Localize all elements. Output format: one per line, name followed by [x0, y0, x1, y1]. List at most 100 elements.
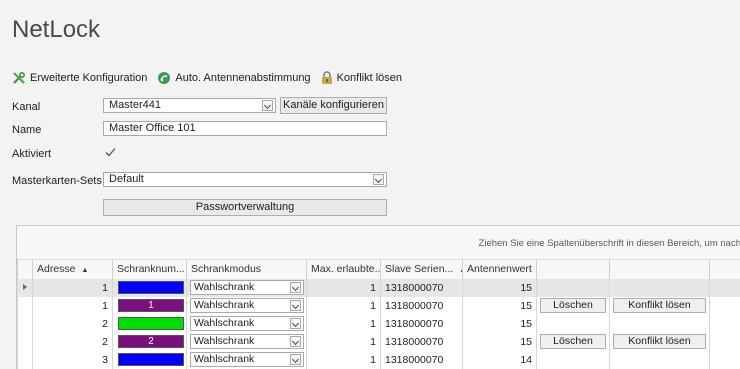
table-row[interactable]: 3 Wahlschrank 1 1318000070 14	[17, 351, 740, 369]
activated-checkbox[interactable]	[105, 147, 116, 158]
cell-delete	[536, 315, 609, 333]
cell-antennenwert: 15	[462, 333, 536, 351]
cabinet-mode-select[interactable]: Wahlschrank	[190, 298, 304, 313]
cell-conflict: Konflikt lösen	[609, 333, 709, 351]
column-header-adresse[interactable]: Adresse ▲	[32, 260, 112, 279]
kanal-select[interactable]: Master441	[103, 98, 276, 113]
cell-extra	[709, 333, 740, 351]
page-title: NetLock	[12, 16, 101, 43]
cell-max-erlaubte: 1	[306, 279, 380, 297]
configure-channels-button[interactable]: Kanäle konfigurieren	[280, 97, 387, 114]
password-management-button[interactable]: Passwortverwaltung	[103, 199, 387, 216]
chevron-down-icon[interactable]	[290, 318, 301, 329]
cell-adresse: 1	[32, 297, 112, 315]
cabinet-mode-select[interactable]: Wahlschrank	[190, 334, 304, 349]
group-panel-hint: Ziehen Sie eine Spaltenüberschrift in di…	[478, 238, 740, 249]
cabinet-mode-value: Wahlschrank	[194, 317, 255, 329]
delete-button[interactable]: Löschen	[540, 334, 606, 349]
table-row[interactable]: 1 1 Wahlschrank 1 1318000070 15 Löschen Konflik…	[17, 297, 740, 316]
cabinet-color-swatch	[118, 317, 184, 330]
cabinet-mode-select[interactable]: Wahlschrank	[190, 316, 304, 331]
cell-extra	[709, 315, 740, 333]
chevron-down-icon[interactable]	[262, 100, 273, 111]
cabinet-mode-value: Wahlschrank	[194, 335, 255, 347]
cell-conflict	[609, 279, 709, 297]
sort-up-icon: ▲	[81, 267, 89, 274]
resolve-conflict-button[interactable]: Konflikt lösen	[321, 71, 402, 85]
column-header-schranknummer[interactable]: Schranknum...	[112, 260, 186, 279]
cell-antennenwert: 15	[462, 297, 536, 315]
cell-slave-serien: 1318000070	[380, 297, 462, 315]
cell-adresse: 1	[32, 279, 112, 297]
table-row[interactable]: 1 Wahlschrank 1 1318000070 15	[17, 279, 740, 298]
cell-max-erlaubte: 1	[306, 333, 380, 351]
cell-schrankmodus[interactable]: Wahlschrank	[186, 297, 306, 315]
cell-slave-serien: 1318000070	[380, 279, 462, 297]
column-header-extra	[709, 260, 740, 279]
cell-delete: Löschen	[536, 297, 609, 315]
mastercard-select[interactable]: Default	[103, 172, 387, 187]
row-indicator	[17, 333, 32, 351]
check-icon	[105, 148, 116, 157]
cell-schrankmodus[interactable]: Wahlschrank	[186, 351, 306, 369]
auto-tune-label: Auto. Antennenabstimmung	[175, 72, 311, 84]
cabinet-mode-value: Wahlschrank	[194, 353, 255, 365]
table-row[interactable]: 2 2 Wahlschrank 1 1318000070 15 Löschen Konflik…	[17, 333, 740, 352]
cell-adresse: 2	[32, 333, 112, 351]
grid-header: Adresse ▲ Schranknum... Schrankmodus Max.…	[17, 259, 740, 280]
chevron-down-icon[interactable]	[290, 282, 301, 293]
delete-button[interactable]: Löschen	[540, 298, 606, 313]
column-header-adresse-label: Adresse	[37, 263, 76, 275]
chevron-down-icon[interactable]	[290, 300, 301, 311]
cell-adresse: 3	[32, 351, 112, 369]
row-indicator	[17, 315, 32, 333]
cell-conflict: Konflikt lösen	[609, 297, 709, 315]
cell-schranknummer[interactable]	[112, 315, 186, 333]
row-indicator	[17, 279, 32, 297]
chevron-down-icon[interactable]	[373, 174, 384, 185]
cell-conflict	[609, 351, 709, 369]
activated-label: Aktiviert	[12, 148, 52, 160]
column-header-schrankmodus[interactable]: Schrankmodus	[186, 260, 306, 279]
cell-schranknummer[interactable]	[112, 351, 186, 369]
cell-max-erlaubte: 1	[306, 315, 380, 333]
chevron-down-icon[interactable]	[290, 336, 301, 347]
row-indicator	[17, 351, 32, 369]
cell-schranknummer[interactable]	[112, 279, 186, 297]
name-field[interactable]: Master Office 101	[103, 121, 387, 136]
column-header-slave-serien-label: Slave Serien...	[385, 263, 454, 275]
cell-slave-serien: 1318000070	[380, 315, 462, 333]
cabinet-mode-value: Wahlschrank	[194, 299, 255, 311]
cell-conflict	[609, 315, 709, 333]
cabinet-mode-select[interactable]: Wahlschrank	[190, 352, 304, 367]
advanced-config-button[interactable]: Erweiterte Konfiguration	[12, 71, 147, 85]
resolve-conflict-row-button[interactable]: Konflikt lösen	[613, 298, 706, 313]
auto-tune-button[interactable]: Auto. Antennenabstimmung	[157, 71, 311, 85]
resolve-conflict-row-button[interactable]: Konflikt lösen	[613, 334, 706, 349]
cell-schrankmodus[interactable]: Wahlschrank	[186, 315, 306, 333]
cabinet-color-swatch: 2	[118, 335, 184, 348]
cell-extra	[709, 297, 740, 315]
cell-schrankmodus[interactable]: Wahlschrank	[186, 279, 306, 297]
current-row-icon	[23, 284, 27, 290]
cell-delete	[536, 351, 609, 369]
cell-schranknummer[interactable]: 1	[112, 297, 186, 315]
chevron-down-icon[interactable]	[290, 354, 301, 365]
table-row[interactable]: 2 Wahlschrank 1 1318000070 15	[17, 315, 740, 334]
name-label: Name	[12, 124, 42, 136]
column-header-conflict	[609, 260, 709, 279]
cell-antennenwert: 14	[462, 351, 536, 369]
cell-schranknummer[interactable]: 2	[112, 333, 186, 351]
column-header-max-erlaubte[interactable]: Max. erlaubte...	[306, 260, 380, 279]
cell-delete	[536, 279, 609, 297]
cell-extra	[709, 279, 740, 297]
column-header-slave-serien[interactable]: Slave Serien...▲	[380, 260, 462, 279]
cabinet-mode-select[interactable]: Wahlschrank	[190, 280, 304, 295]
resolve-conflict-label: Konflikt lösen	[336, 72, 402, 84]
column-header-antennenwert[interactable]: Antennenwert	[462, 260, 536, 279]
cell-schrankmodus[interactable]: Wahlschrank	[186, 333, 306, 351]
cabinet-color-swatch: 1	[118, 299, 184, 312]
cell-max-erlaubte: 1	[306, 297, 380, 315]
kanal-label: Kanal	[12, 101, 41, 113]
cell-slave-serien: 1318000070	[380, 351, 462, 369]
